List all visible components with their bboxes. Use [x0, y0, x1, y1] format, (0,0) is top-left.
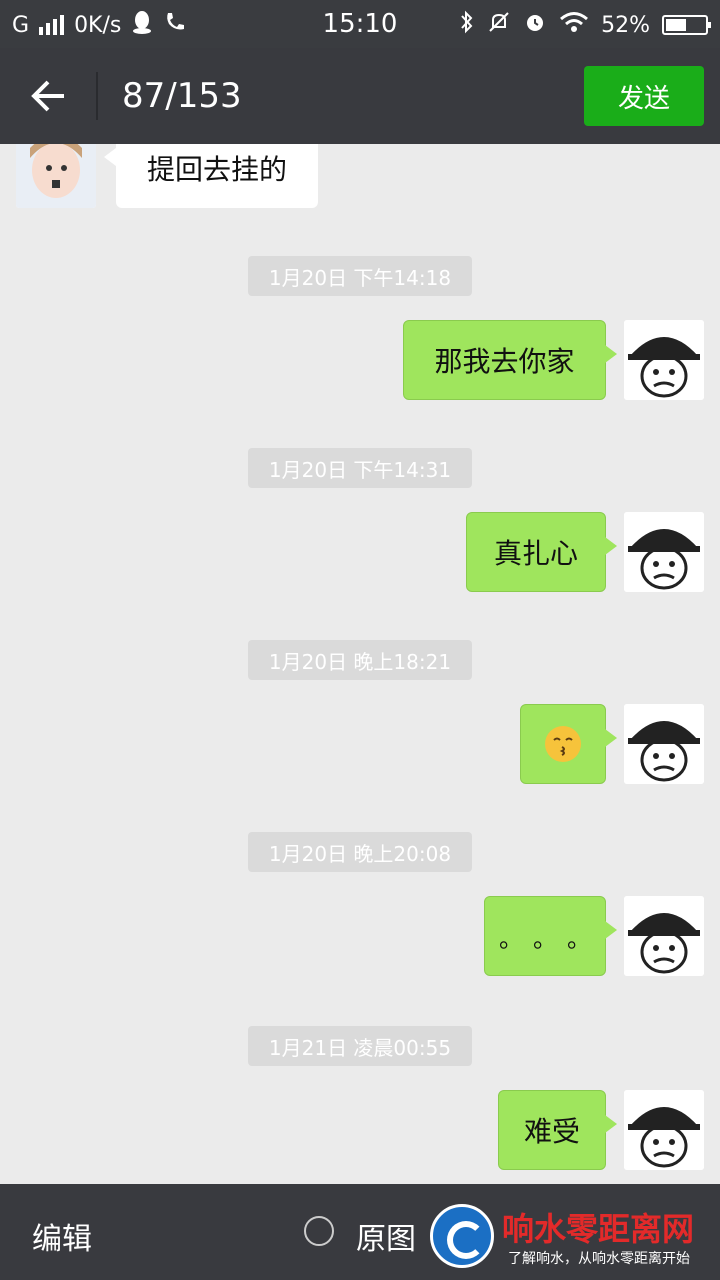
- page-title: 87/153: [122, 76, 242, 116]
- my-avatar[interactable]: [624, 512, 704, 592]
- message-timestamp: 1月20日 下午14:18: [248, 256, 472, 296]
- original-image-label[interactable]: 原图: [356, 1214, 416, 1258]
- bottom-bar: 编辑 原图 响水零距离网 了解响水，从响水零距离开始: [0, 1184, 720, 1280]
- bluetooth-icon: [459, 10, 475, 40]
- message-timestamp: 1月21日 凌晨00:55: [248, 1026, 472, 1066]
- message-bubble-left[interactable]: 提回去挂的: [104, 144, 318, 208]
- message-text: 真扎心: [493, 537, 578, 570]
- message-text: 那我去你家: [434, 345, 575, 378]
- back-arrow-icon[interactable]: [30, 78, 68, 114]
- edit-button[interactable]: 编辑: [32, 1214, 92, 1258]
- contact-avatar[interactable]: [16, 144, 96, 208]
- watermark: 响水零距离网 了解响水，从响水零距离开始: [430, 1200, 720, 1280]
- message-text: 。。。: [499, 924, 613, 953]
- message-bubble-right[interactable]: 难受: [498, 1090, 617, 1170]
- message-timestamp: 1月20日 晚上18:21: [248, 640, 472, 680]
- original-image-radio[interactable]: [304, 1216, 334, 1246]
- message-bubble-right[interactable]: [520, 704, 617, 784]
- message-bubble-right[interactable]: 那我去你家: [403, 320, 617, 400]
- battery-percent: 52%: [601, 12, 650, 38]
- status-bar: G 0K/s 15:10 52%: [0, 0, 720, 48]
- message-text: 提回去挂的: [146, 153, 287, 186]
- title-divider: [96, 72, 98, 120]
- message-bubble-right[interactable]: 。。。: [484, 896, 617, 976]
- watermark-logo-icon: [430, 1204, 494, 1268]
- alarm-icon: [523, 10, 547, 40]
- message-timestamp: 1月20日 晚上20:08: [248, 832, 472, 872]
- my-avatar[interactable]: [624, 1090, 704, 1170]
- title-bar: 87/153 发送: [0, 48, 720, 144]
- message-bubble-right[interactable]: 真扎心: [466, 512, 617, 592]
- battery-icon: [662, 15, 711, 35]
- my-avatar[interactable]: [624, 704, 704, 784]
- send-button[interactable]: 发送: [584, 66, 704, 126]
- chat-area[interactable]: 提回去挂的 1月20日 下午14:18 那我去你家 1月20日 下午14:31 …: [0, 144, 720, 1184]
- wifi-icon: [559, 11, 589, 39]
- status-right: 52%: [459, 10, 711, 40]
- kissing-face-emoji-icon: [545, 726, 581, 762]
- watermark-subtitle: 了解响水，从响水零距离开始: [508, 1251, 690, 1267]
- mute-bell-icon: [487, 10, 511, 40]
- my-avatar[interactable]: [624, 896, 704, 976]
- message-timestamp: 1月20日 下午14:31: [248, 448, 472, 488]
- my-avatar[interactable]: [624, 320, 704, 400]
- watermark-title: 响水零距离网: [502, 1210, 695, 1248]
- message-text: 难受: [523, 1115, 580, 1148]
